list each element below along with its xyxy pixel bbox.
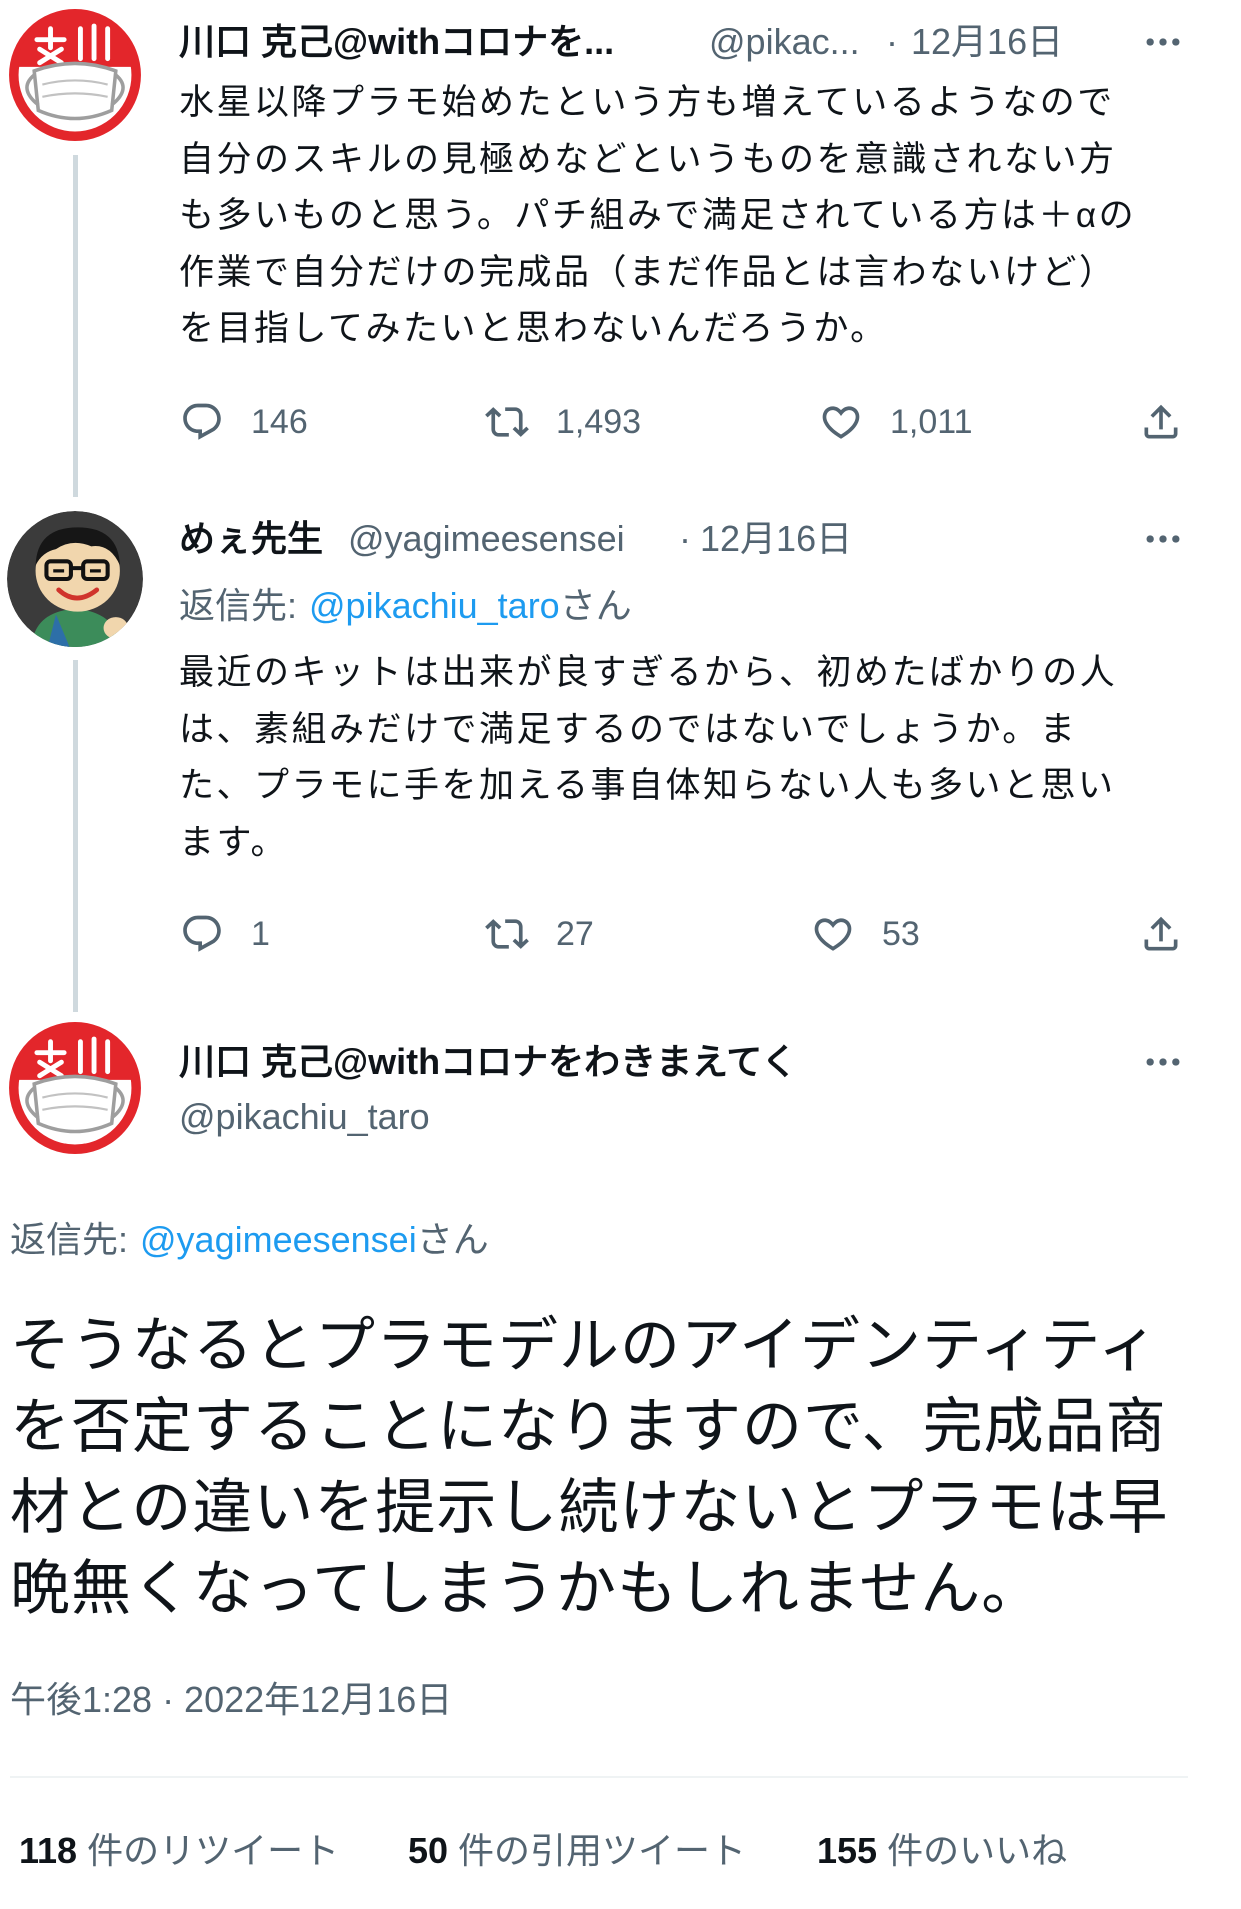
reply-button[interactable]: 1: [180, 909, 270, 959]
tweet-text-line: ます。: [179, 822, 289, 862]
heart-icon: [822, 406, 860, 439]
likes-stat-label: 件のいいね: [887, 1830, 1068, 1871]
author-handle[interactable]: @yagimeesensei: [348, 517, 625, 561]
tweet-text-line: も多いものと思う。パチ組みで満足されている方は＋αの: [179, 196, 1137, 235]
like-button[interactable]: 53: [811, 909, 920, 959]
reply-to-prefix: 返信先:: [179, 585, 298, 626]
more-icon: [1146, 1058, 1180, 1066]
reply-to-prefix: 返信先:: [10, 1219, 129, 1260]
share-button[interactable]: [1139, 909, 1183, 959]
likes-stat[interactable]: 155 件のいいね: [817, 1829, 1067, 1873]
tweet-date[interactable]: 12月16日: [700, 517, 852, 561]
reply-icon: [183, 403, 221, 440]
tweet-text-line: そうなるとプラモデルのアイデンティティ: [10, 1312, 1159, 1379]
tweet-text: 最近のキットは出来が良すぎるから、初めたばかりの人 は、素組みだけで満足するので…: [179, 645, 1219, 871]
author-handle[interactable]: @pikachiu_taro: [179, 1095, 430, 1139]
tweet-text-line: を否定することになりますので、完成品商: [10, 1393, 1167, 1460]
divider: [10, 1776, 1188, 1778]
more-icon: [1146, 38, 1180, 46]
tweet-text-line: 水星以降プラモ始めたという方も増えているようなので: [179, 83, 1115, 122]
reply-to: 返信先: @pikachiu_taroさん: [179, 584, 632, 628]
avatar-logo-image: [7, 7, 143, 143]
reply-to-handle-link[interactable]: @yagimeesensei: [140, 1219, 417, 1260]
reply-to-suffix: さん: [416, 1219, 489, 1260]
retweets-stat[interactable]: 118 件のリツイート: [19, 1829, 339, 1873]
more-button[interactable]: [1141, 517, 1185, 561]
retweet-count: 27: [556, 914, 594, 953]
retweets-stat-label: 件のリツイート: [87, 1830, 340, 1871]
quote-tweets-stat-count: 50: [408, 1830, 449, 1871]
heart-icon: [814, 918, 852, 951]
date-separator: ·: [679, 518, 691, 559]
thread-line: [73, 155, 78, 497]
tweet-date[interactable]: 12月16日: [911, 20, 1063, 64]
avatar-logo-image: [7, 1020, 143, 1156]
like-count: 1,011: [890, 402, 973, 441]
tweet-text-line: を目指してみたいと思わないんだろうか。: [179, 309, 888, 348]
date-separator: ·: [886, 21, 898, 62]
author-handle[interactable]: @pikac...: [709, 20, 860, 64]
likes-stat-count: 155: [817, 1830, 878, 1871]
reply-icon: [183, 915, 221, 952]
thread-line: [73, 660, 78, 1012]
tweet-text-line: 晩無くなってしまうかもしれません。: [10, 1555, 1043, 1622]
like-button[interactable]: 1,011: [819, 397, 973, 447]
more-icon: [1146, 535, 1180, 543]
avatar[interactable]: [7, 511, 143, 647]
retweets-stat-count: 118: [19, 1830, 78, 1871]
tweet-timestamp: 午後1:28 · 2022年12月16日: [10, 1679, 453, 1720]
author-name[interactable]: 川口 克己@withコロナをわきまえてく: [179, 1040, 797, 1084]
tweet-text-line: た、プラモに手を加える事自体知らない人も多いと思い: [179, 766, 1116, 805]
reply-count: 1: [251, 914, 270, 953]
tweet-text-line: 最近のキットは出来が良すぎるから、初めたばかりの人: [179, 653, 1118, 692]
author-name[interactable]: 川口 克己@withコロナを...: [179, 20, 614, 64]
retweet-button[interactable]: 1,493: [485, 397, 641, 447]
more-button[interactable]: [1141, 1040, 1185, 1084]
avatar[interactable]: [7, 1020, 143, 1156]
reply-button[interactable]: 146: [180, 397, 308, 447]
reply-count: 146: [251, 402, 308, 441]
avatar[interactable]: [7, 7, 143, 143]
avatar-cartoon-image: [7, 511, 143, 647]
tweet-text-line: 材との違いを提示し続けないとプラモは早: [10, 1474, 1169, 1541]
like-count: 53: [882, 914, 920, 953]
tweet-text-line: 作業で自分だけの完成品（まだ作品とは言わないけど）: [179, 252, 1117, 292]
quote-tweets-stat-label: 件の引用ツイート: [458, 1830, 747, 1871]
author-name[interactable]: めぇ先生: [179, 517, 323, 561]
quote-tweets-stat[interactable]: 50 件の引用ツイート: [408, 1829, 746, 1873]
share-button[interactable]: [1139, 397, 1183, 447]
focused-tweet-text: そうなるとプラモデルのアイデンティティ を否定することになりますので、完成品商 …: [10, 1305, 1225, 1629]
reply-to: 返信先: @yagimeesenseiさん: [10, 1218, 489, 1262]
more-button[interactable]: [1141, 20, 1185, 64]
retweet-button[interactable]: 27: [485, 909, 594, 959]
reply-to-suffix: さん: [559, 585, 632, 626]
share-icon: [1144, 916, 1178, 951]
retweet-count: 1,493: [556, 402, 642, 441]
share-icon: [1144, 404, 1178, 439]
retweet-icon: [485, 407, 529, 437]
retweet-icon: [485, 919, 529, 949]
reply-to-handle-link[interactable]: @pikachiu_taro: [309, 585, 560, 626]
tweet-text-line: 自分のスキルの見極めなどというものを意識されない方: [179, 139, 1117, 179]
tweet-text-line: は、素組みだけで満足するのではないでしょうか。ま: [179, 709, 1078, 749]
tweet-text: 水星以降プラモ始めたという方も増えているようなので 自分のスキルの見極めなどとい…: [179, 75, 1219, 358]
